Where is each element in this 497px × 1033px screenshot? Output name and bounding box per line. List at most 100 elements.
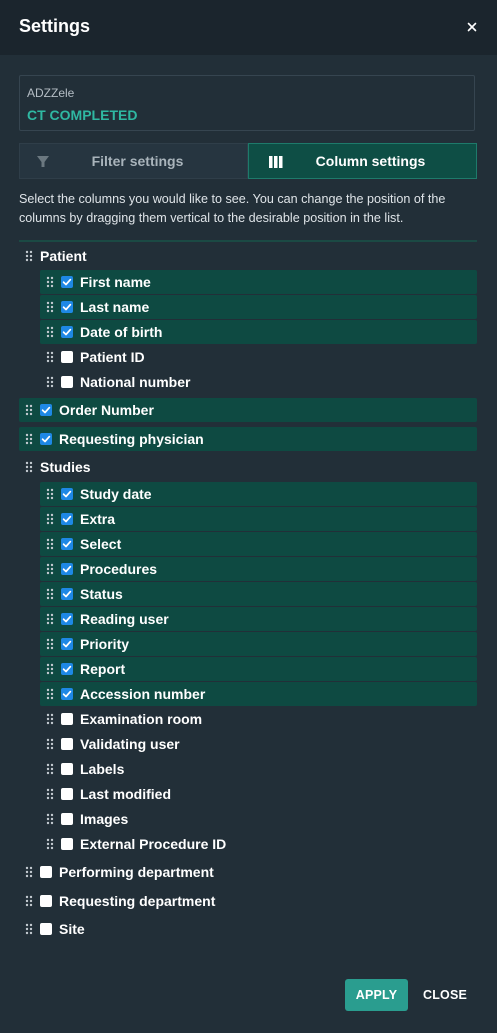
column-label: Procedures [80, 561, 158, 577]
column-item-site[interactable]: Site [19, 917, 477, 941]
checkmark-icon [41, 435, 51, 443]
drag-handle-icon[interactable] [46, 738, 54, 750]
column-item[interactable]: Extra [40, 507, 477, 531]
column-item-requesting-physician[interactable]: Requesting physician [19, 427, 477, 451]
drag-handle-icon[interactable] [46, 326, 54, 338]
drag-handle-icon[interactable] [46, 763, 54, 775]
column-checkbox[interactable] [61, 513, 73, 525]
column-label: Site [59, 921, 85, 937]
column-checkbox[interactable] [40, 895, 52, 907]
column-checkbox[interactable] [61, 538, 73, 550]
drag-handle-icon[interactable] [25, 923, 33, 935]
column-item[interactable]: Priority [40, 632, 477, 656]
checkmark-icon [62, 328, 72, 336]
column-label: Date of birth [80, 324, 163, 340]
column-checkbox[interactable] [40, 866, 52, 878]
drag-handle-icon[interactable] [46, 488, 54, 500]
drag-handle-icon[interactable] [25, 433, 33, 445]
column-checkbox[interactable] [61, 738, 73, 750]
checkmark-icon [62, 540, 72, 548]
column-label: First name [80, 274, 151, 290]
column-group-patient[interactable]: Patient [19, 244, 477, 268]
column-checkbox[interactable] [61, 638, 73, 650]
column-item[interactable]: Last modified [40, 782, 477, 806]
drag-handle-icon[interactable] [25, 866, 33, 878]
drag-handle-icon[interactable] [46, 351, 54, 363]
column-checkbox[interactable] [61, 488, 73, 500]
column-checkbox[interactable] [61, 763, 73, 775]
drag-handle-icon[interactable] [46, 376, 54, 388]
drag-handle-icon[interactable] [46, 688, 54, 700]
drag-handle-icon[interactable] [46, 276, 54, 288]
drag-handle-icon[interactable] [46, 713, 54, 725]
column-item[interactable]: Accession number [40, 682, 477, 706]
column-item-order-number[interactable]: Order Number [19, 398, 477, 422]
column-item[interactable]: First name [40, 270, 477, 294]
drag-handle-icon[interactable] [46, 563, 54, 575]
column-checkbox[interactable] [61, 563, 73, 575]
drag-handle-icon[interactable] [25, 461, 33, 473]
column-checkbox[interactable] [61, 838, 73, 850]
column-item[interactable]: National number [40, 370, 477, 394]
drag-handle-icon[interactable] [46, 638, 54, 650]
column-item[interactable]: Status [40, 582, 477, 606]
column-checkbox[interactable] [61, 613, 73, 625]
group-label: Patient [40, 248, 87, 264]
apply-button[interactable]: APPLY [345, 979, 408, 1011]
column-label: Images [80, 811, 129, 827]
drag-handle-icon[interactable] [46, 663, 54, 675]
column-checkbox[interactable] [40, 923, 52, 935]
column-item[interactable]: Patient ID [40, 345, 477, 369]
column-checkbox[interactable] [40, 433, 52, 445]
drag-handle-icon[interactable] [46, 788, 54, 800]
column-checkbox[interactable] [61, 663, 73, 675]
column-item[interactable]: Reading user [40, 607, 477, 631]
column-checkbox[interactable] [61, 376, 73, 388]
column-item-performing-department[interactable]: Performing department [19, 860, 477, 884]
drag-handle-icon[interactable] [46, 513, 54, 525]
column-label: Last name [80, 299, 150, 315]
column-item[interactable]: Examination room [40, 707, 477, 731]
close-icon[interactable] [462, 17, 482, 37]
column-checkbox[interactable] [61, 688, 73, 700]
column-item[interactable]: Images [40, 807, 477, 831]
column-item[interactable]: Select [40, 532, 477, 556]
column-item[interactable]: Validating user [40, 732, 477, 756]
column-item[interactable]: Procedures [40, 557, 477, 581]
column-label: Status [80, 586, 123, 602]
close-button[interactable]: CLOSE [418, 979, 472, 1011]
column-item[interactable]: External Procedure ID [40, 832, 477, 856]
drag-handle-icon[interactable] [25, 404, 33, 416]
drag-handle-icon[interactable] [46, 588, 54, 600]
column-checkbox[interactable] [61, 713, 73, 725]
column-item[interactable]: Date of birth [40, 320, 477, 344]
drag-handle-icon[interactable] [46, 613, 54, 625]
tab-column-settings[interactable]: Column settings [248, 143, 477, 179]
column-checkbox[interactable] [61, 301, 73, 313]
column-item[interactable]: Study date [40, 482, 477, 506]
column-checkbox[interactable] [61, 788, 73, 800]
column-item[interactable]: Last name [40, 295, 477, 319]
drag-handle-icon[interactable] [46, 813, 54, 825]
column-group-studies[interactable]: Studies [19, 455, 477, 479]
column-item-requesting-department[interactable]: Requesting department [19, 889, 477, 913]
column-checkbox[interactable] [61, 813, 73, 825]
drag-handle-icon[interactable] [46, 838, 54, 850]
column-checkbox[interactable] [61, 276, 73, 288]
checkmark-icon [62, 590, 72, 598]
drag-handle-icon[interactable] [46, 301, 54, 313]
drag-handle-icon[interactable] [25, 895, 33, 907]
drag-handle-icon[interactable] [25, 250, 33, 262]
tab-filter-settings[interactable]: Filter settings [19, 143, 248, 179]
checkmark-icon [62, 303, 72, 311]
column-label: Select [80, 536, 122, 552]
column-checkbox[interactable] [61, 351, 73, 363]
column-label: Reading user [80, 611, 169, 627]
column-checkbox[interactable] [61, 326, 73, 338]
column-checkbox[interactable] [40, 404, 52, 416]
tab-filter-label: Filter settings [91, 153, 184, 169]
column-item[interactable]: Labels [40, 757, 477, 781]
column-checkbox[interactable] [61, 588, 73, 600]
drag-handle-icon[interactable] [46, 538, 54, 550]
column-item[interactable]: Report [40, 657, 477, 681]
